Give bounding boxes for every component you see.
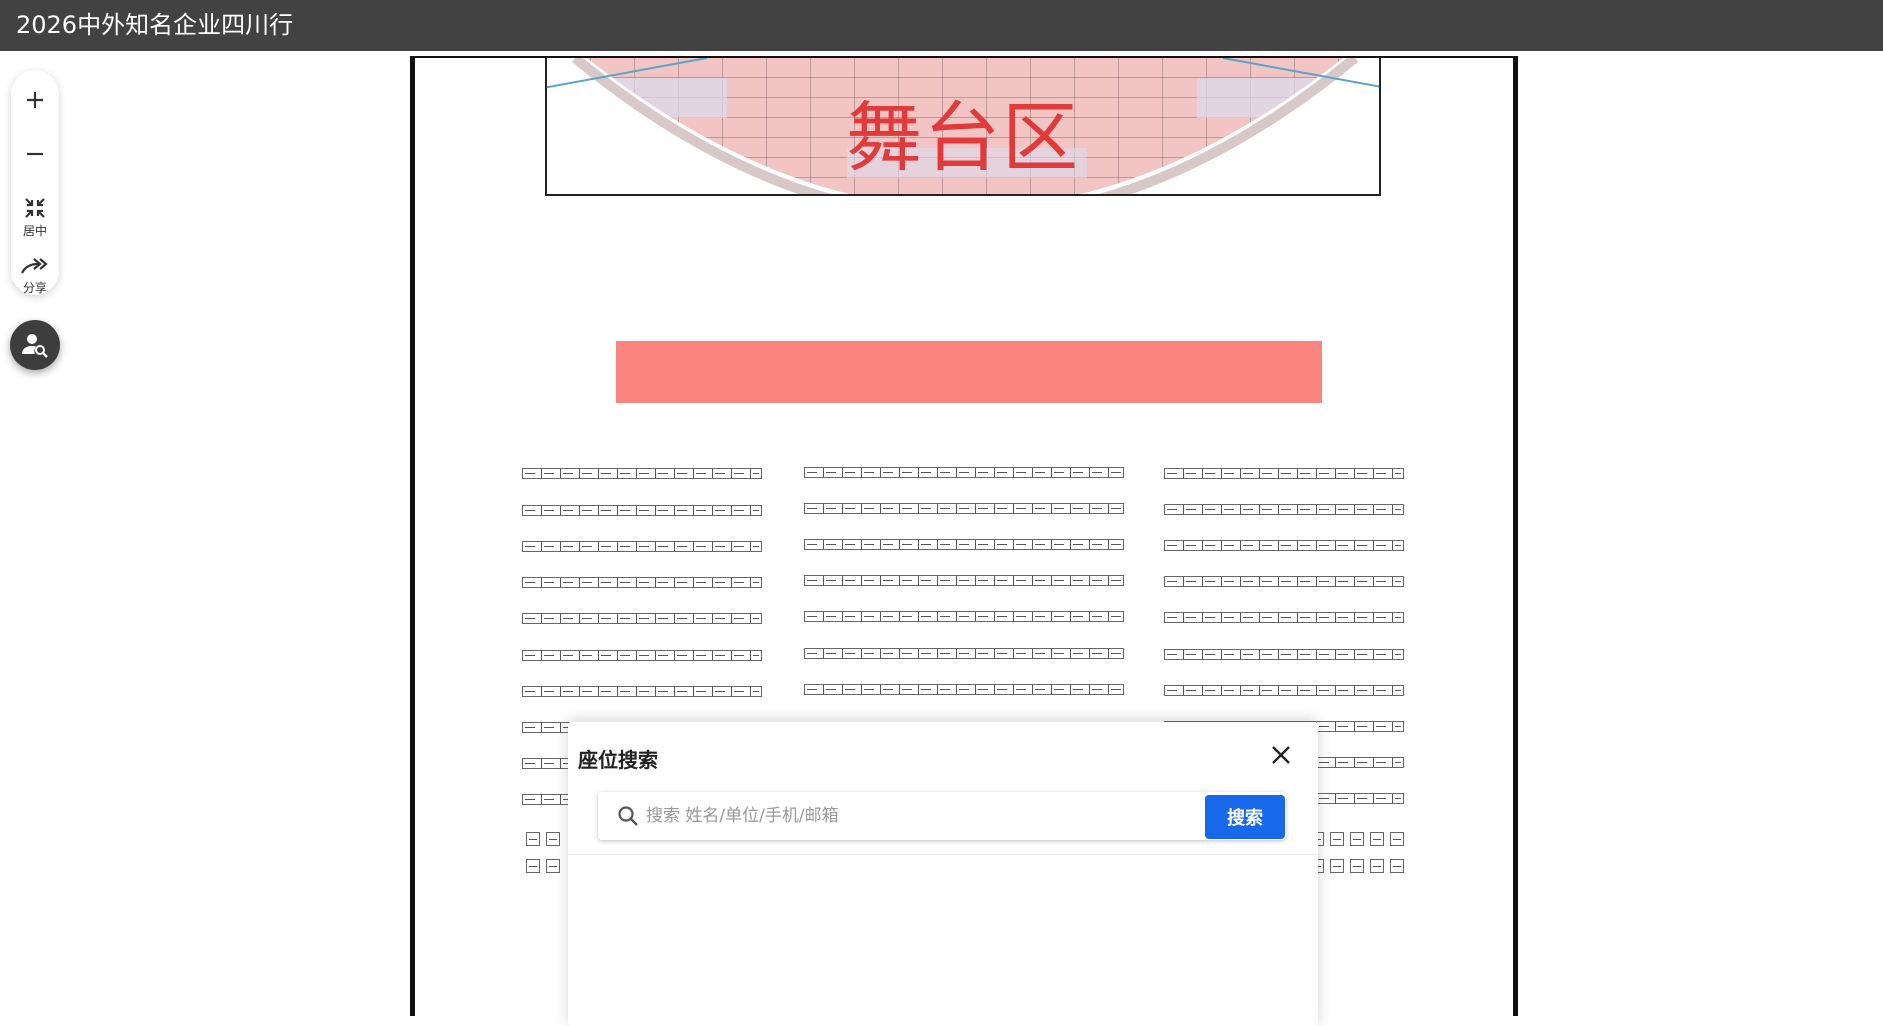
share-arrow-icon [21,257,48,274]
seat-row[interactable] [804,611,1124,622]
zoom-out-button[interactable] [11,132,59,176]
close-button[interactable] [1268,742,1294,768]
seat-row[interactable] [522,650,762,661]
seat-row[interactable] [1164,540,1404,551]
stage-area: 舞台区 [545,58,1381,196]
app-header: 2026中外知名企业四川行 [0,0,1883,51]
stage-label: 舞台区 [846,93,1080,182]
seat-row[interactable] [522,613,762,624]
page-title: 2026中外知名企业四川行 [16,11,294,39]
seat-row[interactable] [1164,685,1404,696]
map-toolbar: 居中 分享 [11,70,59,295]
seat-row[interactable] [522,686,762,697]
search-button[interactable]: 搜索 [1205,795,1285,839]
zoom-in-button[interactable] [11,78,59,122]
seat-group[interactable] [1310,859,1404,873]
seat-row[interactable] [804,503,1124,514]
seat-row[interactable] [804,539,1124,550]
seat-row[interactable] [522,794,572,805]
person-search-icon [22,334,48,358]
seat-row[interactable] [522,722,572,733]
seat-row[interactable] [522,758,572,769]
seat-group[interactable] [526,859,560,873]
seat-row[interactable] [1164,504,1404,515]
seat-group[interactable] [1310,832,1404,846]
seat-row[interactable] [804,648,1124,659]
center-label: 居中 [22,223,47,238]
seat-row[interactable] [1164,612,1404,623]
share-label: 分享 [22,280,47,295]
seat-row[interactable] [804,575,1124,586]
plus-icon [27,92,43,108]
seat-row[interactable] [804,467,1124,478]
seat-row[interactable] [1164,468,1404,479]
minus-icon [27,152,43,156]
center-button[interactable]: 居中 [11,192,59,242]
dialog-title: 座位搜索 [578,748,658,772]
seat-search-fab[interactable] [10,320,60,370]
collapse-center-icon [25,197,45,218]
highlight-zone-bar [616,341,1322,403]
seat-row[interactable] [522,577,762,588]
search-input[interactable] [646,798,1186,834]
dialog-divider [568,854,1318,855]
seat-row[interactable] [522,541,762,552]
search-icon [618,806,638,826]
seat-group[interactable] [526,832,560,846]
share-button[interactable]: 分享 [11,250,59,300]
seat-search-dialog: 座位搜索 搜索 [568,722,1318,1026]
seat-row[interactable] [804,684,1124,695]
seat-row[interactable] [522,468,762,479]
search-bar: 搜索 [598,792,1286,840]
seat-row[interactable] [522,505,762,516]
close-icon [1272,746,1290,764]
seat-row[interactable] [1164,649,1404,660]
seat-row[interactable] [1164,576,1404,587]
